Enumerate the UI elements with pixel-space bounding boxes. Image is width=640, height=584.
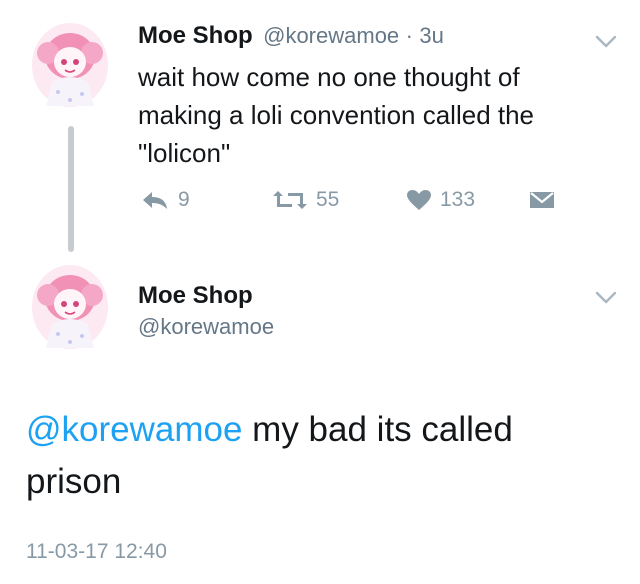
separator: · <box>405 23 413 48</box>
retweet-button[interactable]: 55 <box>272 188 339 212</box>
timestamp[interactable]: 11-03-17 12:40 <box>26 540 167 564</box>
avatar-illustration <box>32 23 108 107</box>
reply-button[interactable]: 9 <box>140 188 190 212</box>
reply-text: @korewamoe my bad its called prison <box>26 404 626 508</box>
thread-line <box>68 126 74 252</box>
retweet-count: 55 <box>316 188 340 211</box>
tweet-header: Moe Shop @korewamoe · 3u <box>138 22 444 50</box>
reply-text-line: @korewamoe my bad its called <box>26 404 626 456</box>
tweet-text-line: "lolicon" <box>138 138 231 168</box>
chevron-down-icon[interactable] <box>594 34 618 50</box>
like-count: 133 <box>440 188 476 211</box>
reply-text-line: prison <box>26 462 122 501</box>
tweet-text: wait how come no one thought of making a… <box>138 58 618 172</box>
mention-link[interactable]: @korewamoe <box>26 410 242 449</box>
direct-message-icon[interactable] <box>528 190 556 210</box>
reply-text-rest: my bad its called <box>242 410 513 449</box>
avatar-illustration <box>32 265 108 349</box>
avatar[interactable] <box>28 262 112 352</box>
heart-icon <box>407 190 431 210</box>
display-name[interactable]: Moe Shop <box>138 282 253 310</box>
reply-icon <box>143 192 167 209</box>
like-button[interactable]: 133 <box>406 188 475 212</box>
display-name[interactable]: Moe Shop <box>138 22 253 49</box>
retweet-icon <box>273 191 307 209</box>
chevron-down-icon[interactable] <box>594 290 618 306</box>
reply-count: 9 <box>178 188 190 211</box>
avatar[interactable] <box>28 20 112 110</box>
tweet-text-line: wait how come no one thought of <box>138 62 520 92</box>
tweet-time[interactable]: 3u <box>419 23 443 48</box>
handle[interactable]: @korewamoe <box>138 314 274 340</box>
handle[interactable]: @korewamoe <box>263 23 399 48</box>
tweet-text-line: making a loli convention called the <box>138 100 535 130</box>
